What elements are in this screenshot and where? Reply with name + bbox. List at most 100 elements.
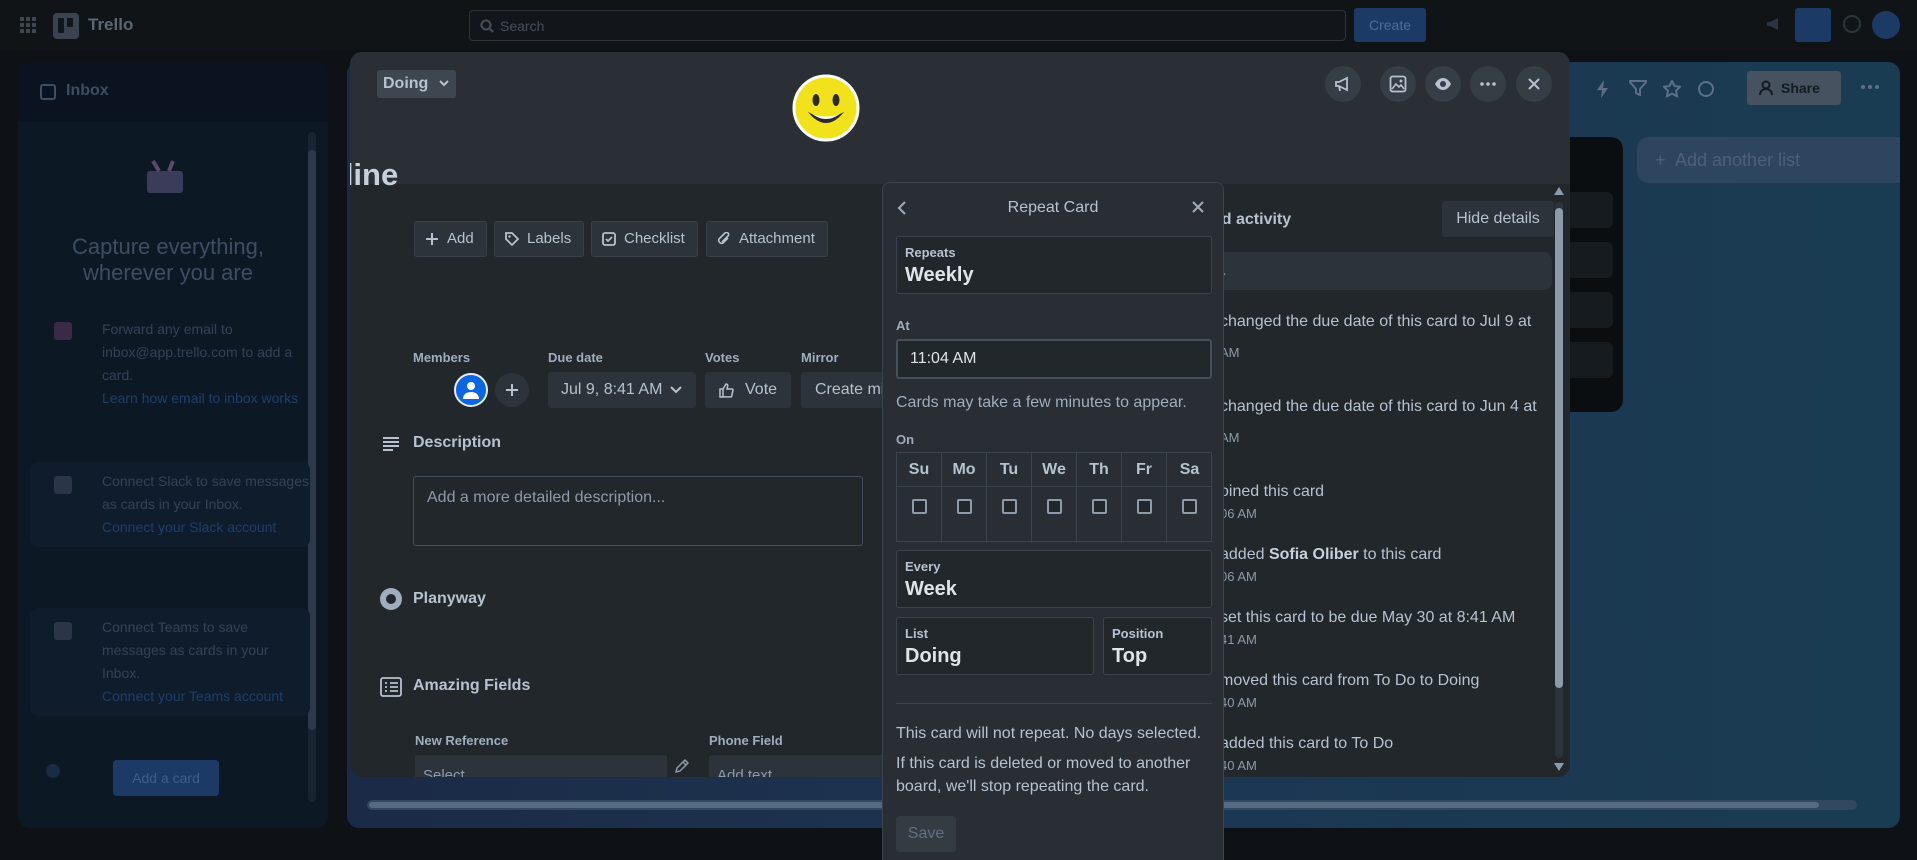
- add-list-button[interactable]: + Add another list: [1637, 137, 1900, 183]
- repeat-delete-note: If this card is deleted or moved to anot…: [896, 755, 1191, 795]
- day-column: Mo: [942, 453, 987, 543]
- day-checkbox[interactable]: [1182, 499, 1197, 514]
- card-title[interactable]: Create project timeline: [350, 157, 398, 193]
- star-icon[interactable]: [1663, 80, 1681, 98]
- activity-text: oined this card: [1220, 483, 1325, 500]
- day-checkbox[interactable]: [1137, 499, 1152, 514]
- teams-icon: [54, 622, 72, 640]
- inbox-illustration-icon: [147, 159, 183, 193]
- description-placeholder: Add a more detailed description...: [427, 489, 666, 506]
- save-button[interactable]: Save: [896, 816, 956, 852]
- activity-item: added this card to To Do 40 AM: [1220, 733, 1550, 773]
- field-value: Select: [423, 767, 465, 777]
- activity-time[interactable]: 41 AM: [1220, 632, 1550, 647]
- day-column: Tu: [987, 453, 1032, 543]
- inbox-tip-slack: Connect Slack to save messages as cards …: [30, 462, 310, 547]
- add-list-label: Add another list: [1675, 150, 1801, 170]
- planyway-title: Planyway: [413, 590, 486, 607]
- activity-time[interactable]: 06 AM: [1220, 569, 1550, 584]
- field-label: New Reference: [415, 733, 509, 748]
- fields-icon: [380, 677, 402, 697]
- time-input[interactable]: 11:04 AM: [896, 339, 1212, 379]
- due-date-value: Jul 9, 8:41 AM: [561, 381, 663, 398]
- close-icon[interactable]: [1191, 200, 1205, 214]
- every-select[interactable]: Every Week: [896, 550, 1212, 608]
- checklist-button[interactable]: Checklist: [591, 221, 698, 257]
- position-value: Top: [1112, 645, 1148, 667]
- hide-details-button[interactable]: Hide details: [1442, 201, 1554, 237]
- create-button[interactable]: Create: [1354, 8, 1426, 42]
- trello-logo-icon[interactable]: [53, 13, 79, 39]
- repeat-status-message: This card will not repeat. No days selec…: [896, 725, 1202, 742]
- day-name: Su: [897, 453, 941, 487]
- activity-time[interactable]: AM: [1220, 345, 1550, 360]
- filter-icon[interactable]: [1629, 80, 1647, 96]
- mirror-label: Mirror: [801, 350, 839, 365]
- field-label: Phone Field: [709, 733, 783, 748]
- thumbs-up-icon: [719, 383, 734, 398]
- help-icon[interactable]: [1842, 14, 1862, 34]
- create-mirror-button[interactable]: Create mi: [801, 372, 885, 408]
- description-input[interactable]: Add a more detailed description...: [413, 476, 863, 546]
- activity-scrollbar[interactable]: [1553, 186, 1565, 776]
- day-column: We: [1032, 453, 1077, 543]
- phone-field-input[interactable]: Add text: [709, 755, 889, 777]
- paperclip-icon: [717, 232, 730, 245]
- add-member-button[interactable]: [495, 373, 529, 407]
- add-member-icon: [1759, 80, 1773, 96]
- search-input[interactable]: Search: [469, 10, 1346, 41]
- day-column: Sa: [1167, 453, 1212, 543]
- activity-time[interactable]: 40 AM: [1220, 758, 1550, 773]
- scroll-thumb[interactable]: [1555, 208, 1563, 688]
- activity-time[interactable]: AM: [1220, 430, 1550, 445]
- day-column: Fr: [1122, 453, 1167, 543]
- day-checkbox[interactable]: [912, 499, 927, 514]
- plus-icon: +: [1655, 150, 1666, 170]
- day-checkbox[interactable]: [1092, 499, 1107, 514]
- inbox-panel: Inbox Capture everything, wherever you a…: [18, 62, 328, 828]
- position-select[interactable]: Position Top: [1103, 617, 1212, 675]
- due-date-button[interactable]: Jul 9, 8:41 AM: [548, 372, 696, 408]
- new-reference-select[interactable]: Select: [415, 755, 667, 777]
- inbox-tip-link[interactable]: Connect your Slack account: [102, 516, 310, 539]
- activity-time[interactable]: 06 AM: [1220, 506, 1550, 521]
- inbox-tagline: Capture everything, wherever you are: [72, 234, 264, 285]
- power-up-icon[interactable]: [1697, 80, 1715, 98]
- app-name[interactable]: Trello: [88, 15, 133, 35]
- activity-item: oined this card 06 AM: [1220, 481, 1550, 521]
- add-button[interactable]: Add: [414, 221, 487, 257]
- day-checkbox[interactable]: [957, 499, 972, 514]
- list-select[interactable]: List Doing: [896, 617, 1094, 675]
- labels-button[interactable]: Labels: [494, 221, 585, 257]
- share-button[interactable]: Share: [1747, 71, 1841, 105]
- notifications-button[interactable]: [1795, 8, 1831, 42]
- every-label: Every: [905, 559, 941, 574]
- inbox-tip-link[interactable]: Learn how email to inbox works: [102, 387, 310, 410]
- activity-time[interactable]: 40 AM: [1220, 695, 1550, 710]
- member-avatar-user[interactable]: [454, 373, 488, 407]
- lightning-icon[interactable]: [1595, 80, 1611, 98]
- divider: [896, 703, 1212, 704]
- activity-text: changed the due date of this card to Jun…: [1220, 398, 1537, 415]
- activity-item: changed the due date of this card to Jun…: [1220, 396, 1550, 445]
- scroll-up-icon[interactable]: [1553, 186, 1565, 196]
- edit-icon[interactable]: [674, 758, 690, 774]
- account-avatar[interactable]: [1872, 11, 1900, 39]
- inbox-add-card-button[interactable]: Add a card: [113, 760, 219, 796]
- day-checkbox[interactable]: [1047, 499, 1062, 514]
- scroll-down-icon[interactable]: [1553, 762, 1565, 772]
- day-checkbox[interactable]: [1002, 499, 1017, 514]
- vote-button[interactable]: Vote: [705, 372, 791, 408]
- checklist-icon: [602, 232, 616, 246]
- plus-icon: [426, 233, 438, 245]
- app-switcher-icon[interactable]: [20, 17, 36, 33]
- comment-input[interactable]: ...: [1206, 252, 1552, 290]
- megaphone-icon[interactable]: [1764, 14, 1784, 34]
- search-icon: [480, 19, 494, 33]
- inbox-status-icon: [46, 764, 60, 778]
- repeats-select[interactable]: Repeats Weekly: [896, 236, 1212, 294]
- day-name: Fr: [1122, 453, 1166, 487]
- more-icon[interactable]: [1860, 77, 1880, 97]
- attachment-button[interactable]: Attachment: [706, 221, 828, 257]
- inbox-tip-link[interactable]: Connect your Teams account: [102, 685, 310, 708]
